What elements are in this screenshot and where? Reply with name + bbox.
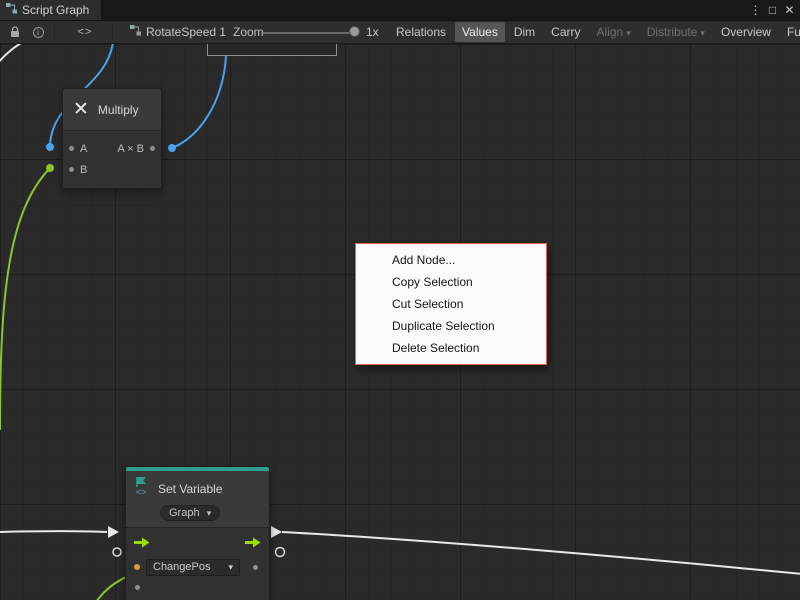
green-connection-dot[interactable] [46, 164, 54, 172]
graph-instance-label: RotateSpeed 1 [146, 25, 226, 39]
values-button[interactable]: Values [455, 22, 505, 42]
toolbar-separator [112, 24, 113, 40]
context-menu: Add Node... Copy Selection Cut Selection… [355, 243, 547, 365]
more-icon[interactable]: ⋮ [748, 3, 763, 17]
multiply-row-b: B [63, 159, 161, 180]
script-graph-icon [6, 3, 17, 17]
multiply-output-port[interactable] [150, 146, 155, 151]
open-port-ring-right[interactable] [276, 548, 285, 557]
maximize-icon[interactable]: □ [765, 3, 780, 17]
wire-blue-output [172, 56, 226, 148]
window-controls: ⋮ □ ✕ [748, 3, 800, 17]
code-view-icon[interactable]: <> [68, 21, 102, 43]
info-icon[interactable]: i [28, 21, 48, 43]
graph-canvas[interactable]: ✕ Multiply A A × B B [0, 44, 800, 600]
variable-name-dropdown[interactable]: ChangePos ▾ [146, 559, 240, 576]
empty-text-field[interactable] [207, 44, 337, 56]
multiply-input-a-label: A [80, 143, 87, 155]
extra-port-row [126, 578, 269, 596]
flow-input-arrow-icon[interactable] [134, 535, 150, 553]
flow-arrowhead-out[interactable] [271, 526, 282, 538]
variable-value-row: ChangePos ▾ [126, 556, 269, 578]
titlebar: Script Graph ⋮ □ ✕ [0, 0, 800, 20]
zoom-value: 1x [366, 21, 379, 43]
graph-instance[interactable]: RotateSpeed 1 [130, 21, 226, 43]
menu-item-copy-selection[interactable]: Copy Selection [356, 271, 546, 293]
distribute-dropdown[interactable]: Distribute▾ [640, 22, 712, 42]
set-variable-header[interactable]: <> Set Variable Graph ▾ [126, 471, 269, 528]
close-icon[interactable]: ✕ [782, 3, 797, 17]
multiply-output-label: A × B [117, 143, 144, 155]
blue-output-dot[interactable] [168, 144, 176, 152]
tab-script-graph[interactable]: Script Graph [0, 0, 101, 20]
menu-item-delete-selection[interactable]: Delete Selection [356, 337, 546, 359]
flow-output-arrow-icon[interactable] [245, 535, 261, 553]
set-variable-node[interactable]: <> Set Variable Graph ▾ [125, 466, 270, 600]
value-input-port[interactable] [134, 564, 140, 570]
tab-label: Script Graph [22, 3, 89, 17]
toolbar-buttons: Relations Values Dim Carry Align▾ Distri… [388, 21, 800, 43]
set-variable-title: Set Variable [158, 482, 222, 496]
multiply-icon: ✕ [73, 98, 89, 121]
open-port-ring-left[interactable] [113, 548, 121, 556]
multiply-node-header[interactable]: ✕ Multiply [63, 89, 161, 131]
wire-white-flow-in [0, 531, 107, 532]
zoom-slider-track[interactable] [263, 32, 358, 34]
toolbar-separator [54, 24, 55, 40]
multiply-node[interactable]: ✕ Multiply A A × B B [62, 88, 162, 189]
lock-icon[interactable] [5, 21, 25, 43]
svg-text:<>: <> [136, 487, 147, 496]
align-dropdown[interactable]: Align▾ [590, 22, 638, 42]
fullscreen-button[interactable]: Full Screen [780, 22, 800, 42]
chevron-down-icon: ▾ [700, 28, 705, 38]
multiply-input-b-port[interactable] [69, 167, 74, 172]
multiply-node-title: Multiply [98, 103, 139, 117]
set-variable-body: ChangePos ▾ [126, 528, 269, 600]
value-output-port[interactable] [253, 565, 258, 570]
extra-input-port[interactable] [135, 585, 140, 590]
wire-white-flow-out [282, 532, 800, 574]
script-graph-window: Script Graph ⋮ □ ✕ i <> RotateSpeed 1 Zo… [0, 0, 800, 600]
multiply-input-a-port[interactable] [69, 146, 74, 151]
zoom-slider-knob[interactable] [349, 26, 360, 37]
chevron-down-icon: ▾ [626, 28, 631, 38]
multiply-input-b-label: B [80, 164, 87, 176]
multiply-row-a: A A × B [63, 138, 161, 159]
set-variable-icon: <> [134, 476, 152, 501]
menu-item-cut-selection[interactable]: Cut Selection [356, 293, 546, 315]
overview-button[interactable]: Overview [714, 22, 778, 42]
relations-button[interactable]: Relations [389, 22, 453, 42]
blue-connection-dot[interactable] [46, 143, 54, 151]
chevron-down-icon: ▾ [207, 508, 212, 519]
flow-arrowhead-in[interactable] [108, 526, 119, 538]
toolbar: i <> RotateSpeed 1 Zoom 1x Relations Val… [0, 20, 800, 44]
flow-port-row [126, 534, 269, 554]
variable-scope-dropdown[interactable]: Graph ▾ [160, 505, 220, 521]
wire-green-left [0, 168, 50, 430]
dim-button[interactable]: Dim [507, 22, 542, 42]
zoom-label: Zoom [233, 21, 264, 43]
chevron-down-icon: ▾ [228, 562, 233, 573]
carry-button[interactable]: Carry [544, 22, 587, 42]
menu-item-duplicate-selection[interactable]: Duplicate Selection [356, 315, 546, 337]
graph-instance-icon [130, 25, 141, 39]
wire-white-topleft [0, 44, 26, 64]
multiply-node-body: A A × B B [63, 131, 161, 188]
menu-item-add-node[interactable]: Add Node... [356, 249, 546, 271]
